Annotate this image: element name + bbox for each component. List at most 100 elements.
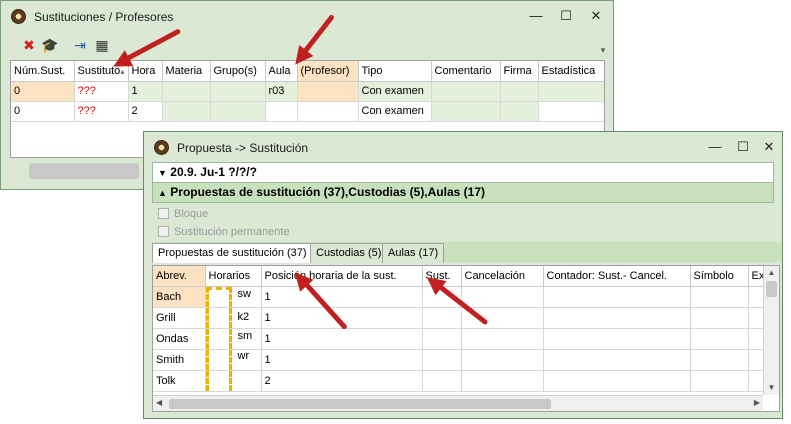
table-row[interactable]: 0 ??? 1 r03 Con examen xyxy=(11,81,604,102)
vertical-scroll-thumb[interactable] xyxy=(766,281,777,297)
cell[interactable]: Con examen xyxy=(358,81,432,102)
horizontal-scroll-thumb[interactable] xyxy=(169,399,551,409)
maximize-button[interactable]: ☐ xyxy=(732,138,754,156)
cell[interactable] xyxy=(422,349,462,371)
minimize-button[interactable]: — xyxy=(525,7,547,25)
col-header[interactable]: Materia xyxy=(162,61,211,82)
col-header[interactable]: Núm.Sust. xyxy=(11,61,75,82)
cell[interactable] xyxy=(210,101,266,122)
col-header[interactable]: Comentario xyxy=(431,61,501,82)
cell[interactable] xyxy=(690,286,749,308)
col-header[interactable]: Posición horaria de la sust. xyxy=(261,266,423,287)
cell[interactable] xyxy=(461,286,544,308)
col-header[interactable]: Tipo xyxy=(358,61,432,82)
cell[interactable] xyxy=(538,81,604,102)
table-row[interactable]: Grill k2 1 xyxy=(153,307,766,329)
cell-pos[interactable]: 1 xyxy=(261,349,423,371)
col-header[interactable]: Aula xyxy=(265,61,298,82)
cell-schedule[interactable] xyxy=(205,370,262,392)
scroll-left-icon[interactable]: ◀ xyxy=(156,398,162,407)
vertical-scrollbar[interactable]: ▲ ▼ xyxy=(763,266,779,395)
table-row[interactable]: Tolk 2 xyxy=(153,370,766,392)
cell[interactable]: Con examen xyxy=(358,101,432,122)
cell-schedule[interactable]: sm xyxy=(205,328,262,350)
cell[interactable] xyxy=(210,81,266,102)
cell-pos[interactable]: 1 xyxy=(261,328,423,350)
title-bar[interactable]: Sustituciones / Profesores — ☐ ✕ xyxy=(1,1,613,31)
cell[interactable] xyxy=(543,286,691,308)
cell[interactable] xyxy=(431,101,501,122)
table-row[interactable]: Ondas sm 1 xyxy=(153,328,766,350)
cell[interactable]: r03 xyxy=(265,81,298,102)
cell[interactable] xyxy=(690,328,749,350)
cell[interactable] xyxy=(543,307,691,329)
col-header[interactable]: Cancelación xyxy=(461,266,544,287)
cell[interactable] xyxy=(297,81,359,102)
cell-abrev[interactable]: Grill xyxy=(153,307,206,329)
col-header[interactable]: Hora xyxy=(128,61,163,82)
horizontal-scrollbar-thumb[interactable] xyxy=(29,163,139,179)
cell-abrev[interactable]: Smith xyxy=(153,349,206,371)
cell-schedule[interactable]: k2 xyxy=(205,307,262,329)
tab-supervisions[interactable]: Custodias (5) xyxy=(310,243,388,263)
cell-schedule[interactable]: sw xyxy=(205,286,262,308)
permanent-substitution-checkbox[interactable]: Sustitución permanente xyxy=(158,226,290,238)
cell-abrev[interactable]: Tolk xyxy=(153,370,206,392)
cell[interactable] xyxy=(690,307,749,329)
cell[interactable] xyxy=(461,349,544,371)
cell-pos[interactable]: 1 xyxy=(261,286,423,308)
delete-icon[interactable]: ✖ xyxy=(20,36,38,54)
cell[interactable] xyxy=(431,81,501,102)
cell[interactable] xyxy=(265,101,298,122)
cell[interactable] xyxy=(422,307,462,329)
cell[interactable] xyxy=(690,349,749,371)
cell[interactable]: 0 xyxy=(11,101,75,122)
title-bar[interactable]: Propuesta -> Sustitución — ☐ ✕ xyxy=(144,132,782,162)
cell-abrev[interactable]: Bach xyxy=(153,286,206,308)
col-header[interactable]: Firma xyxy=(500,61,539,82)
cell[interactable] xyxy=(690,370,749,392)
close-button[interactable]: ✕ xyxy=(758,138,780,156)
cell-abrev[interactable]: Ondas xyxy=(153,328,206,350)
tab-rooms[interactable]: Aulas (17) xyxy=(382,243,445,263)
cell[interactable] xyxy=(162,101,211,122)
scroll-down-icon[interactable]: ▼ xyxy=(764,381,779,395)
horizontal-scrollbar[interactable]: ◀ ▶ xyxy=(153,395,763,411)
cell[interactable] xyxy=(461,370,544,392)
table-row[interactable]: Smith wr 1 xyxy=(153,349,766,371)
cell[interactable]: 1 xyxy=(128,81,163,102)
toolbar-dropdown-icon[interactable]: ▾ xyxy=(594,41,612,59)
col-header[interactable]: Contador: Sust.- Cancel. xyxy=(543,266,691,287)
lesson-header[interactable]: ▼ 20.9. Ju-1 ?/?/? xyxy=(152,162,774,183)
cell[interactable] xyxy=(162,81,211,102)
cell[interactable]: ??? xyxy=(74,101,129,122)
cell[interactable]: 2 xyxy=(128,101,163,122)
cell[interactable] xyxy=(461,328,544,350)
cell[interactable] xyxy=(500,101,539,122)
calculator-icon[interactable]: ▦ xyxy=(93,36,111,54)
cell[interactable] xyxy=(543,370,691,392)
maximize-button[interactable]: ☐ xyxy=(555,7,577,25)
cell[interactable] xyxy=(422,370,462,392)
proposals-header[interactable]: ▲ Propuestas de sustitución (37),Custodi… xyxy=(152,182,774,203)
scroll-up-icon[interactable]: ▲ xyxy=(764,266,779,280)
cell[interactable] xyxy=(538,101,604,122)
cell-pos[interactable]: 2 xyxy=(261,370,423,392)
cell[interactable]: 0 xyxy=(11,81,75,102)
col-header[interactable]: Abrev. xyxy=(153,266,206,287)
teacher-hat-icon[interactable]: 🎓 xyxy=(41,36,59,54)
cell[interactable]: ??? xyxy=(74,81,129,102)
table-row[interactable]: 0 ??? 2 Con examen xyxy=(11,101,604,122)
cell[interactable] xyxy=(543,328,691,350)
export-icon[interactable]: ⇥ xyxy=(71,36,89,54)
minimize-button[interactable]: — xyxy=(704,138,726,156)
scroll-right-icon[interactable]: ▶ xyxy=(754,398,760,407)
cell[interactable] xyxy=(500,81,539,102)
col-header[interactable]: Símbolo xyxy=(690,266,749,287)
tab-substitution-proposals[interactable]: Propuestas de sustitución (37) xyxy=(152,243,313,263)
cell[interactable] xyxy=(297,101,359,122)
col-header[interactable]: Horarios xyxy=(205,266,262,287)
close-button[interactable]: ✕ xyxy=(585,7,607,25)
block-checkbox[interactable]: Bloque xyxy=(158,208,208,220)
cell-schedule[interactable]: wr xyxy=(205,349,262,371)
